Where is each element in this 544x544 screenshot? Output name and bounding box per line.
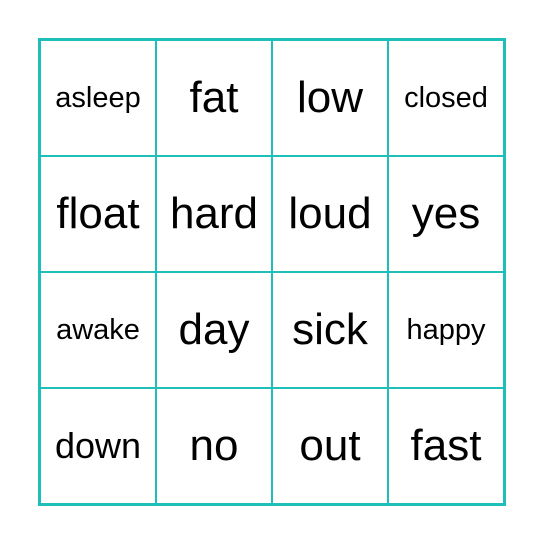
bingo-cell[interactable]: yes	[388, 156, 504, 272]
bingo-card: asleep fat low closed float hard loud ye…	[38, 38, 506, 506]
bingo-cell[interactable]: hard	[156, 156, 272, 272]
bingo-cell[interactable]: fat	[156, 40, 272, 156]
bingo-cell[interactable]: sick	[272, 272, 388, 388]
bingo-cell[interactable]: happy	[388, 272, 504, 388]
bingo-cell[interactable]: float	[40, 156, 156, 272]
bingo-cell[interactable]: awake	[40, 272, 156, 388]
bingo-cell[interactable]: loud	[272, 156, 388, 272]
bingo-cell[interactable]: low	[272, 40, 388, 156]
bingo-cell[interactable]: day	[156, 272, 272, 388]
bingo-cell[interactable]: out	[272, 388, 388, 504]
bingo-cell[interactable]: asleep	[40, 40, 156, 156]
bingo-cell[interactable]: down	[40, 388, 156, 504]
bingo-cell[interactable]: no	[156, 388, 272, 504]
bingo-cell[interactable]: closed	[388, 40, 504, 156]
bingo-cell[interactable]: fast	[388, 388, 504, 504]
